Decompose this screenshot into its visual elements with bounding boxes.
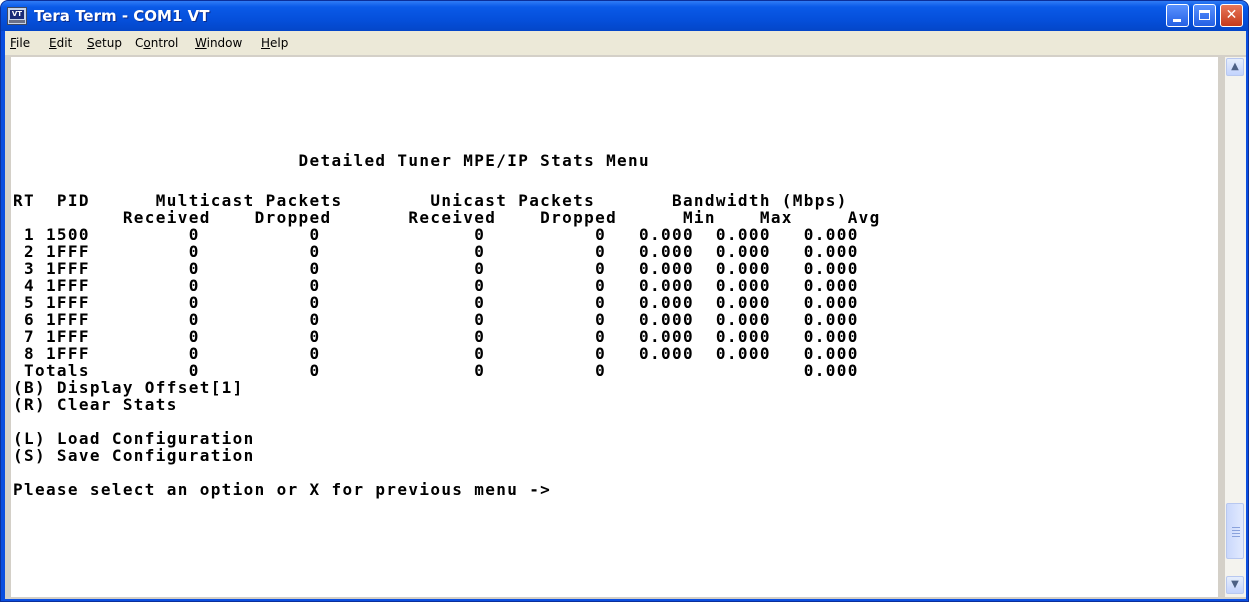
menu-control-post: ntrol: [150, 36, 179, 50]
menu-heading: Detailed Tuner MPE/IP Stats Menu: [13, 151, 651, 170]
close-icon: ✕: [1225, 7, 1238, 23]
table-row: 5 1FFF 0 0 0 0 0.000 0.000 0.000: [13, 293, 859, 312]
table-row: 2 1FFF 0 0 0 0 0.000 0.000 0.000: [13, 242, 859, 261]
icon-label: VT: [10, 10, 24, 19]
menu-edit[interactable]: Edit: [49, 35, 72, 51]
menu-help-post: elp: [270, 36, 289, 50]
teraterm-icon[interactable]: VT: [7, 7, 27, 25]
table-header-row: RT PID Multicast Packets Unicast Packets…: [13, 191, 848, 210]
table-row: 3 1FFF 0 0 0 0 0.000 0.000 0.000: [13, 259, 859, 278]
option-clear-stats[interactable]: (R) Clear Stats: [13, 397, 178, 413]
scroll-thumb[interactable]: [1226, 503, 1244, 559]
menu-control-accel: o: [143, 36, 151, 50]
maximize-icon: [1199, 10, 1210, 20]
option-display-offset[interactable]: (B) Display Offset[1]: [13, 380, 244, 396]
close-button[interactable]: ✕: [1220, 4, 1243, 27]
menu-file-post: ile: [16, 36, 31, 50]
grip-line: [1232, 527, 1240, 528]
menu-setup[interactable]: Setup: [87, 35, 122, 51]
menu-setup-post: etup: [94, 36, 122, 50]
menu-window-accel: W: [195, 36, 207, 50]
menu-setup-accel: S: [87, 36, 95, 50]
icon-keyboard: [9, 20, 25, 23]
totals-row: Totals 0 0 0 0 0.000: [13, 361, 859, 380]
grip-line: [1232, 536, 1240, 537]
minimize-icon: [1173, 19, 1181, 22]
minimize-button[interactable]: [1166, 4, 1189, 27]
menu-window[interactable]: Window: [195, 35, 242, 51]
terminal-screen[interactable]: Detailed Tuner MPE/IP Stats Menu RT PID …: [11, 57, 1218, 597]
menu-help[interactable]: Help: [261, 35, 288, 51]
table-row: 7 1FFF 0 0 0 0 0.000 0.000 0.000: [13, 327, 859, 346]
grip-line: [1232, 533, 1240, 534]
menu-help-accel: H: [261, 36, 271, 50]
menu-edit-accel: E: [49, 36, 57, 50]
teraterm-window: VT Tera Term - COM1 VT ✕ File Edit Setup…: [0, 0, 1249, 602]
table-subheader-row: Received Dropped Received Dropped Min Ma…: [13, 208, 881, 227]
scroll-up-icon[interactable]: ▲: [1226, 58, 1244, 76]
option-save-configuration[interactable]: (S) Save Configuration: [13, 448, 255, 464]
maximize-button[interactable]: [1193, 4, 1216, 27]
window-title: Tera Term - COM1 VT: [34, 7, 210, 25]
menu-control[interactable]: Control: [135, 35, 178, 51]
menu-file[interactable]: File: [10, 35, 30, 51]
table-row: 6 1FFF 0 0 0 0 0.000 0.000 0.000: [13, 310, 859, 329]
option-load-configuration[interactable]: (L) Load Configuration: [13, 431, 255, 447]
menu-bar: File Edit Setup Control Window Help: [5, 31, 1246, 55]
table-row: 4 1FFF 0 0 0 0 0.000 0.000 0.000: [13, 276, 859, 295]
menu-edit-post: dit: [56, 36, 73, 50]
grip-line: [1232, 530, 1240, 531]
table-row: 8 1FFF 0 0 0 0 0.000 0.000 0.000: [13, 344, 859, 363]
table-row: 1 1500 0 0 0 0 0.000 0.000 0.000: [13, 225, 859, 244]
command-prompt[interactable]: Please select an option or X for previou…: [13, 482, 551, 498]
vertical-scrollbar[interactable]: ▲ ▼: [1225, 57, 1246, 597]
menu-window-post: indow: [206, 36, 243, 50]
scroll-down-icon[interactable]: ▼: [1226, 576, 1244, 594]
title-bar[interactable]: VT Tera Term - COM1 VT ✕: [1, 1, 1248, 31]
